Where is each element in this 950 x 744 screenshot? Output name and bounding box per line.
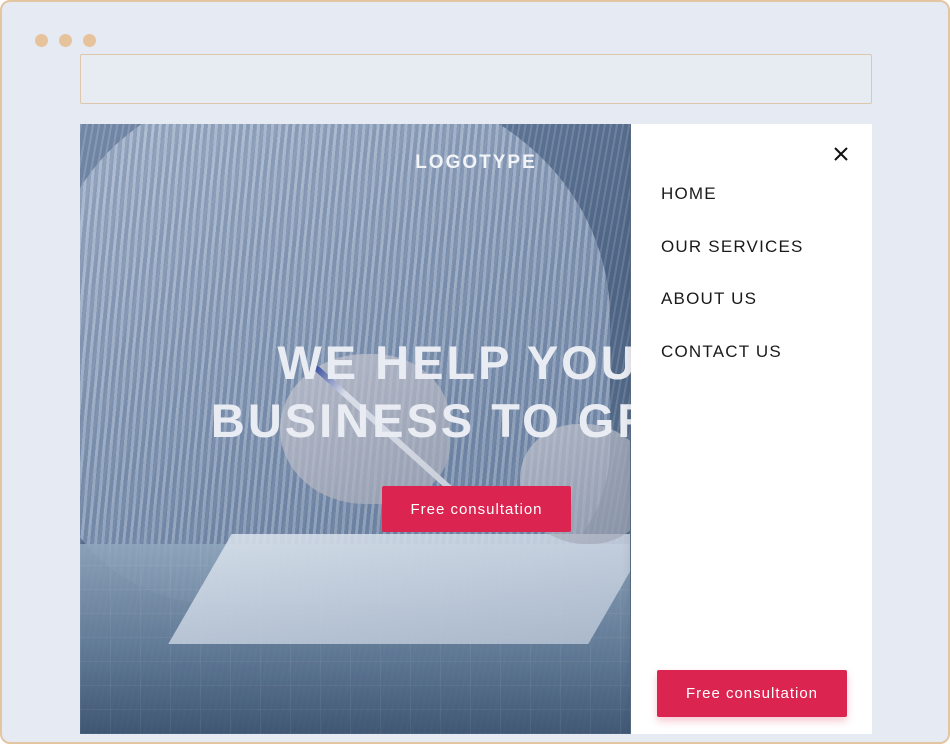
menu-nav-list: HOME OUR SERVICES ABOUT US CONTACT US <box>661 168 804 378</box>
page-viewport: LOGOTYPE WE HELP YOUR BUSINESS TO GROW F… <box>80 124 872 734</box>
close-menu-button[interactable] <box>829 142 853 166</box>
address-bar[interactable] <box>80 54 872 104</box>
side-menu: HOME OUR SERVICES ABOUT US CONTACT US Fr… <box>631 124 872 734</box>
menu-item-home[interactable]: HOME <box>661 168 804 221</box>
menu-item-contact-us[interactable]: CONTACT US <box>661 326 804 379</box>
menu-free-consultation-button[interactable]: Free consultation <box>657 670 847 717</box>
menu-item-about-us[interactable]: ABOUT US <box>661 273 804 326</box>
window-dot-maximize[interactable] <box>83 34 96 47</box>
close-icon <box>834 147 848 161</box>
window-dot-close[interactable] <box>35 34 48 47</box>
hero-free-consultation-button[interactable]: Free consultation <box>382 486 571 532</box>
menu-item-our-services[interactable]: OUR SERVICES <box>661 221 804 274</box>
hero-photo-notebook <box>168 534 630 644</box>
window-dot-minimize[interactable] <box>59 34 72 47</box>
browser-window: LOGOTYPE WE HELP YOUR BUSINESS TO GROW F… <box>0 0 950 744</box>
